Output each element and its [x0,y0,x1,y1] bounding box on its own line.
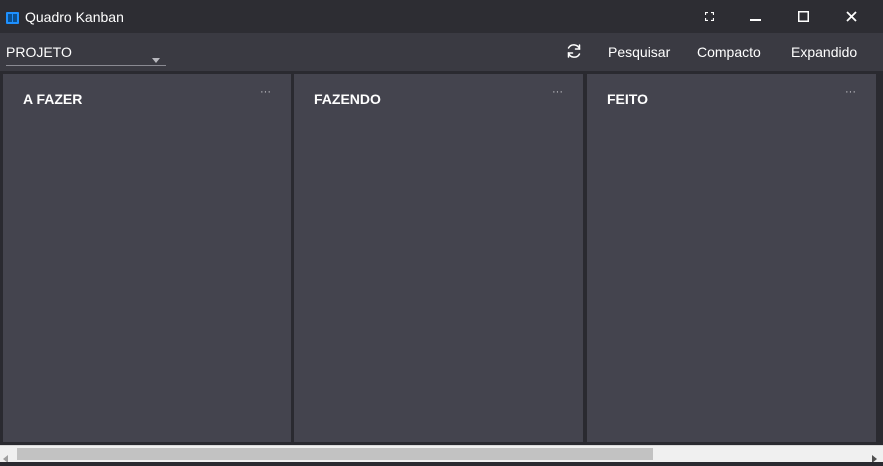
compact-view-button[interactable]: Compacto [697,44,761,60]
chevron-down-icon [152,50,160,68]
fullscreen-button[interactable] [686,0,732,33]
window-bottom-border [0,462,883,466]
expanded-view-button[interactable]: Expandido [791,44,857,60]
refresh-button[interactable] [565,42,585,62]
maximize-button[interactable] [780,0,826,33]
column-a-fazer[interactable]: A FAZER ··· [3,74,291,442]
refresh-icon [565,44,583,64]
close-icon [845,11,857,22]
close-button[interactable] [828,0,874,33]
window-title: Quadro Kanban [25,9,124,25]
minimize-icon [749,11,761,22]
column-fazendo[interactable]: FAZENDO ··· [294,74,583,442]
scrollbar-thumb[interactable] [17,448,653,460]
column-title: FEITO [607,91,648,107]
column-menu-button[interactable]: ··· [845,86,856,98]
column-feito[interactable]: FEITO ··· [587,74,876,442]
title-bar: Quadro Kanban [0,0,883,33]
fullscreen-icon [704,12,714,21]
horizontal-scrollbar[interactable] [0,445,883,463]
column-title: FAZENDO [314,91,381,107]
kanban-board: A FAZER ··· FAZENDO ··· FEITO ··· [0,71,883,445]
maximize-icon [797,11,809,22]
search-button[interactable]: Pesquisar [608,44,670,60]
project-select[interactable]: PROJETO [6,42,166,66]
column-menu-button[interactable]: ··· [260,86,271,98]
kanban-board-icon [6,11,19,24]
toolbar: PROJETO Pesquisar Compacto Expandido [0,33,883,71]
project-select-value: PROJETO [6,44,72,60]
minimize-button[interactable] [732,0,778,33]
column-title: A FAZER [23,91,83,107]
column-menu-button[interactable]: ··· [552,86,563,98]
